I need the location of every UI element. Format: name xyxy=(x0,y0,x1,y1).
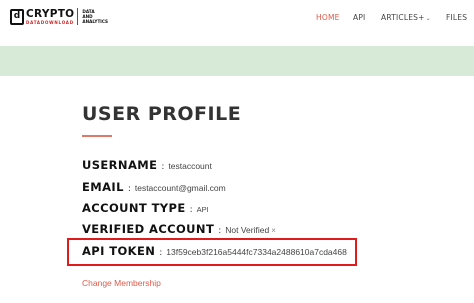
nav-item-files[interactable]: FILES xyxy=(446,13,467,22)
profile-row-username: USERNAME : testaccount xyxy=(82,158,212,172)
separator: : xyxy=(127,184,131,194)
email-label: EMAIL xyxy=(82,180,124,194)
nav-item-home[interactable]: HOME xyxy=(316,13,340,22)
api-token-label: API TOKEN xyxy=(82,244,156,258)
username-value: testaccount xyxy=(168,161,212,171)
main-nav: HOME API ARTICLES+⌄ FILES xyxy=(0,13,474,25)
title-underline xyxy=(82,135,112,137)
profile-row-email: EMAIL : testaccount@gmail.com xyxy=(82,180,226,194)
x-icon: × xyxy=(271,226,276,235)
api-token-value[interactable]: 13f59ceb3f216a5444fc7334a2488610a7cda468 xyxy=(166,247,347,257)
nav-item-api[interactable]: API xyxy=(353,13,365,22)
nav-item-articles[interactable]: ARTICLES+⌄ xyxy=(381,13,431,22)
email-value: testaccount@gmail.com xyxy=(134,183,226,193)
separator: : xyxy=(189,205,193,215)
verified-value: Not Verified xyxy=(225,225,270,235)
page-title: USER PROFILE xyxy=(82,103,242,125)
profile-row-account-type: ACCOUNT TYPE : API xyxy=(82,201,209,215)
account-type-value: API xyxy=(196,205,209,214)
profile-row-api-token: API TOKEN : 13f59ceb3f216a5444fc7334a248… xyxy=(82,244,347,258)
username-label: USERNAME xyxy=(82,158,158,172)
nav-item-articles-label: ARTICLES+ xyxy=(381,13,425,22)
profile-row-verified: VERIFIED ACCOUNT : Not Verified × xyxy=(82,222,276,236)
site-header: d CRYPTO DATADOWNLOAD DATA AND ANALYTICS… xyxy=(0,0,474,40)
verified-label: VERIFIED ACCOUNT xyxy=(82,222,215,236)
separator: : xyxy=(159,248,163,258)
separator: : xyxy=(161,162,165,172)
page-banner xyxy=(0,46,474,76)
separator: : xyxy=(218,226,222,236)
account-type-label: ACCOUNT TYPE xyxy=(82,201,186,215)
chevron-down-icon: ⌄ xyxy=(425,15,431,22)
change-membership-link[interactable]: Change Membership xyxy=(82,278,161,288)
